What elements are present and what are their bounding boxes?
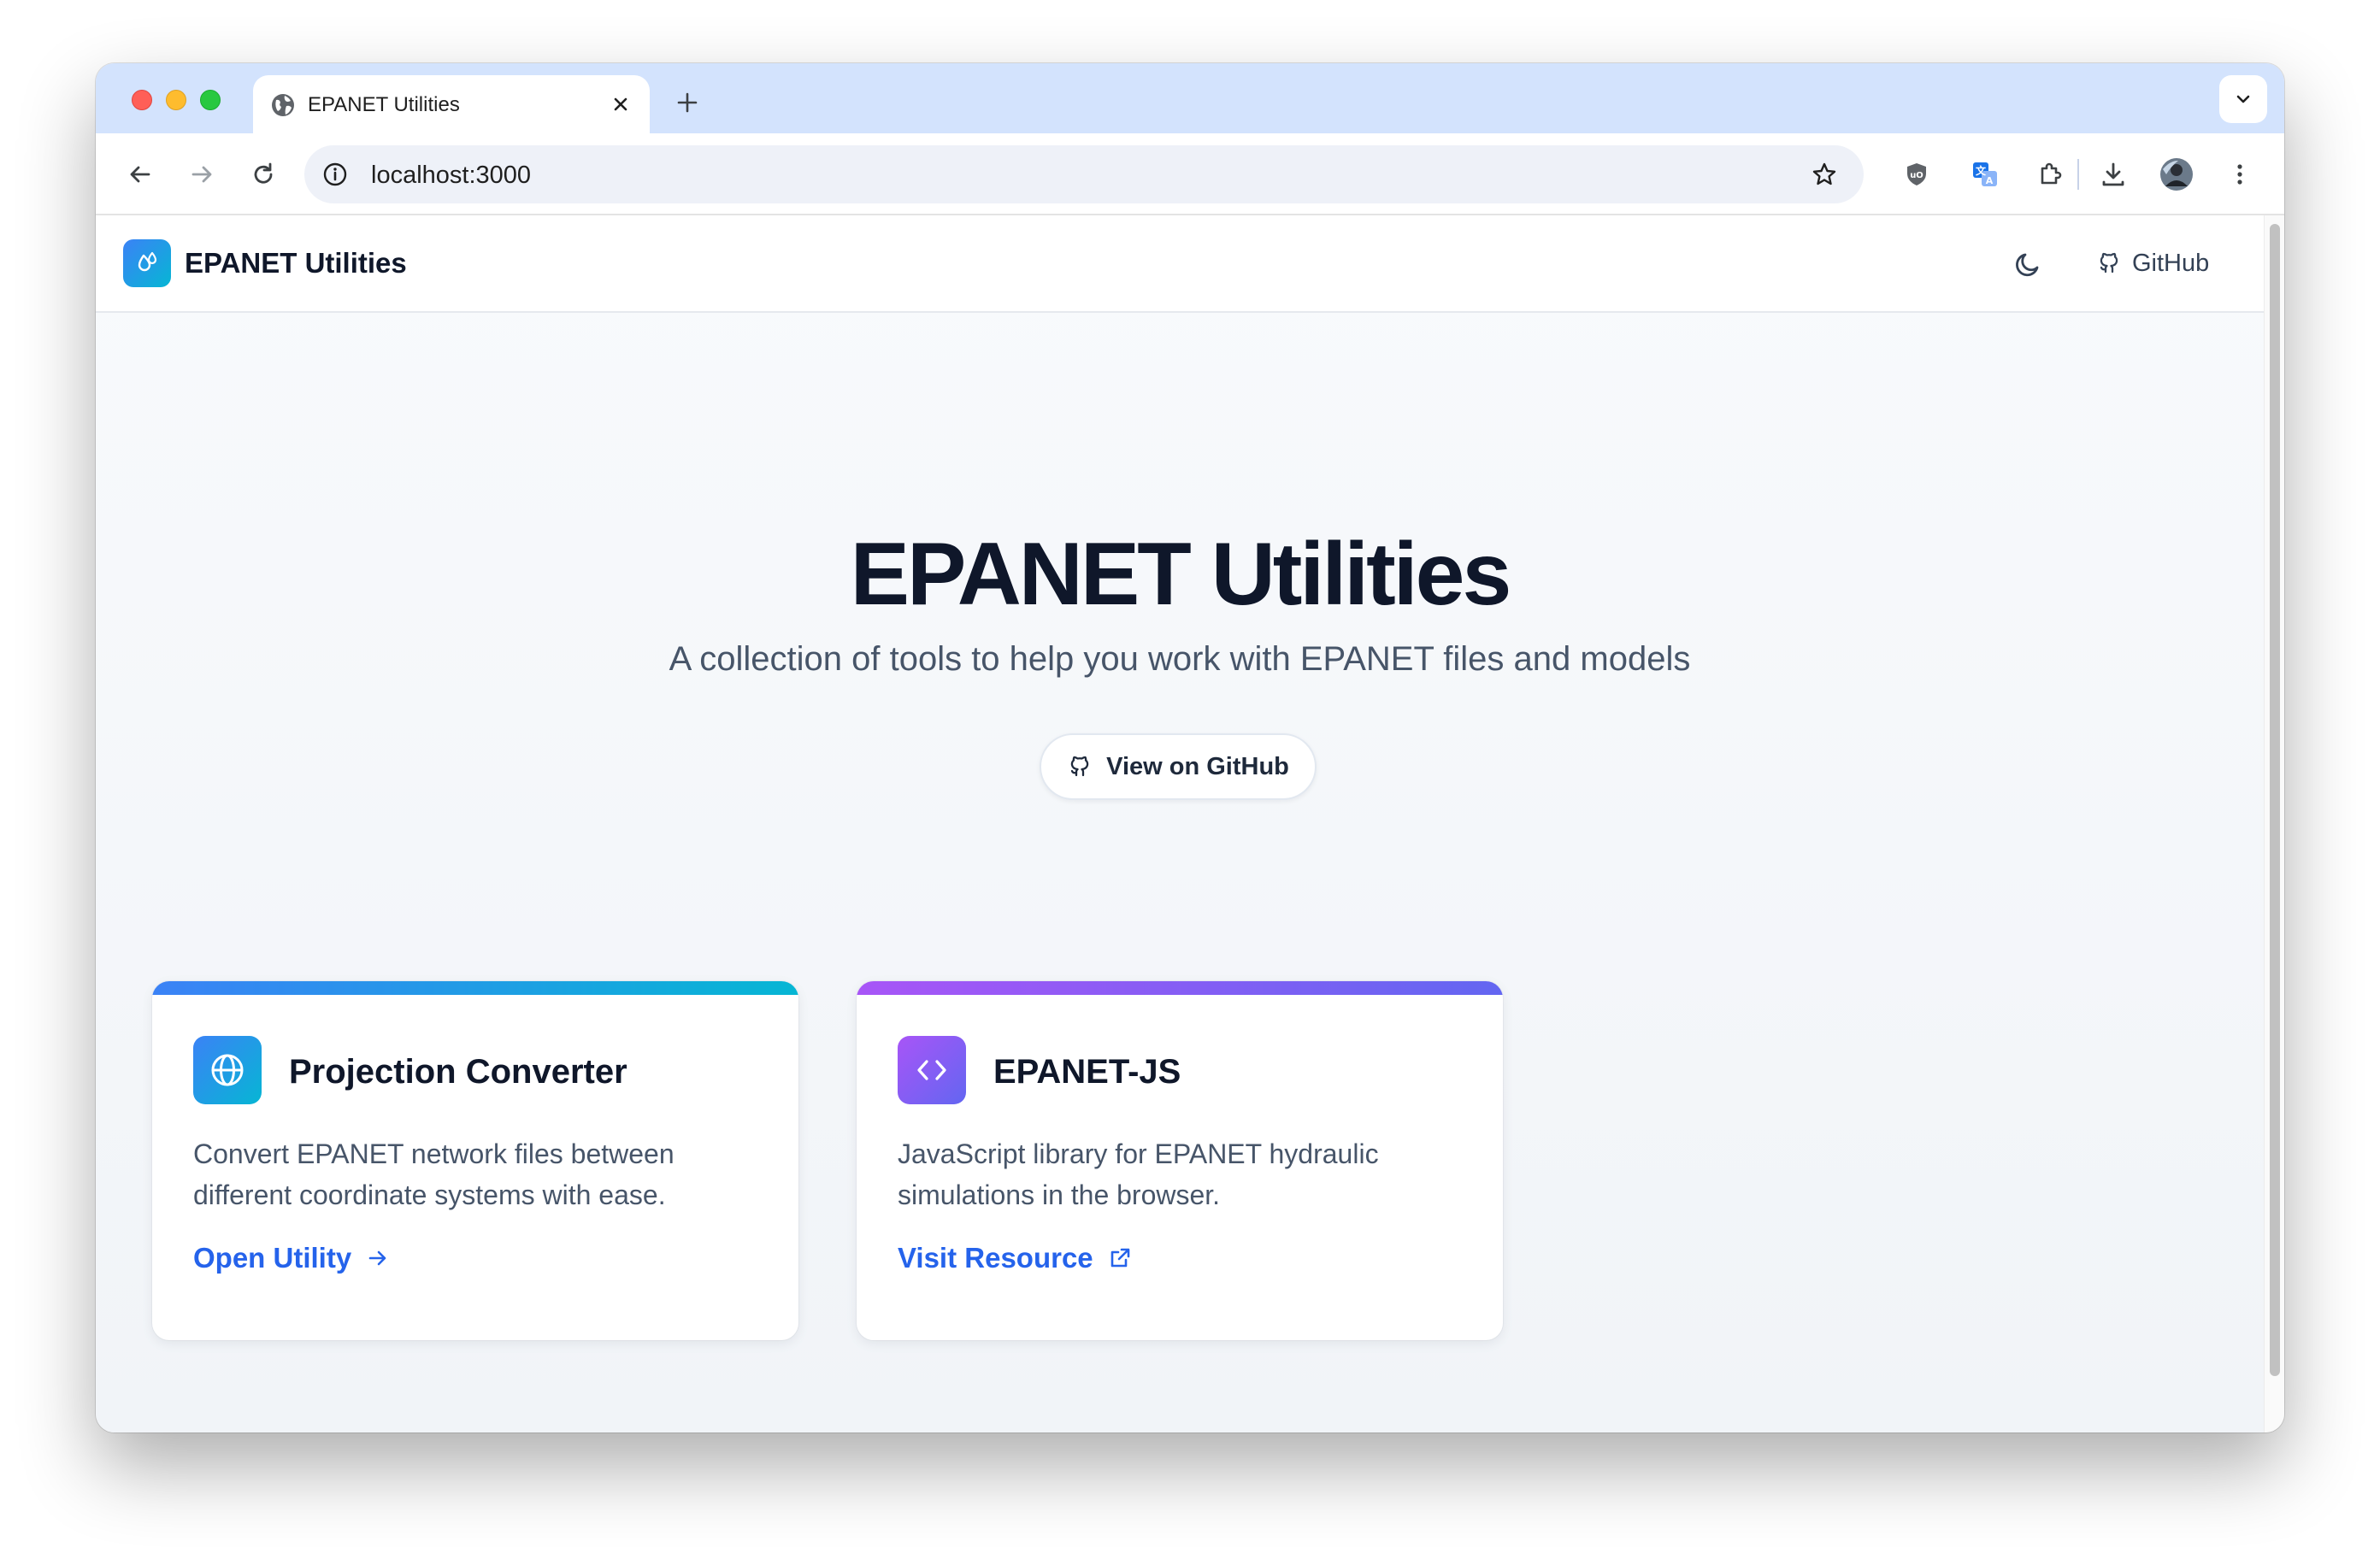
moon-icon xyxy=(2016,253,2039,277)
svg-text:A: A xyxy=(1986,175,1994,186)
ublock-extension-icon[interactable]: uO xyxy=(1896,154,1937,195)
site-brand[interactable]: EPANET Utilities xyxy=(185,246,407,280)
browser-window: EPANET Utilities localhost:3000 uO 文 A E… xyxy=(96,63,2284,1433)
page-content: EPANET Utilities GitHub EPANET Utilities… xyxy=(96,215,2264,1433)
back-button[interactable] xyxy=(120,154,161,195)
droplet-logo-icon[interactable] xyxy=(123,239,171,287)
profile-avatar[interactable] xyxy=(2156,154,2197,195)
tab-strip: EPANET Utilities xyxy=(96,63,2284,133)
visit-resource-label: Visit Resource xyxy=(898,1242,1093,1274)
downloads-button[interactable] xyxy=(2093,154,2134,195)
more-vertical-icon xyxy=(2237,164,2242,185)
globe-icon xyxy=(193,1036,262,1104)
minimize-window-button[interactable] xyxy=(166,90,186,110)
reload-button[interactable] xyxy=(243,154,284,195)
download-icon xyxy=(2102,162,2124,186)
bookmark-star-icon[interactable] xyxy=(1807,157,1841,191)
github-icon xyxy=(2100,252,2118,274)
arrow-right-icon xyxy=(368,1250,386,1266)
reload-icon xyxy=(254,162,273,184)
new-tab-button[interactable] xyxy=(670,85,704,120)
view-on-github-button[interactable]: View on GitHub xyxy=(1040,733,1317,800)
browser-menu-button[interactable] xyxy=(2219,154,2260,195)
hero-subtitle: A collection of tools to help you work w… xyxy=(669,640,1691,678)
browser-toolbar: localhost:3000 uO 文A xyxy=(96,133,2284,215)
scrollbar-thumb[interactable] xyxy=(2270,224,2280,1376)
code-icon xyxy=(898,1036,966,1104)
theme-toggle-button[interactable] xyxy=(2007,244,2048,285)
close-tab-icon[interactable] xyxy=(607,91,634,118)
page-scrollbar[interactable] xyxy=(2264,215,2284,1433)
hero-title: EPANET Utilities xyxy=(850,525,1512,624)
visit-resource-link[interactable]: Visit Resource xyxy=(898,1238,1133,1279)
card-description: JavaScript library for EPANET hydraulic … xyxy=(898,1138,1379,1210)
address-bar[interactable]: localhost:3000 xyxy=(304,145,1864,203)
url-text[interactable]: localhost:3000 xyxy=(371,161,531,190)
site-navbar: EPANET Utilities GitHub xyxy=(96,215,2264,313)
external-link-icon xyxy=(1110,1248,1129,1268)
card-accent-bar xyxy=(152,981,798,995)
card-title: Projection Converter xyxy=(289,1053,627,1091)
svg-text:uO: uO xyxy=(1910,171,1923,180)
close-window-button[interactable] xyxy=(132,90,152,110)
maximize-window-button[interactable] xyxy=(200,90,221,110)
chevron-down-icon xyxy=(2236,95,2250,103)
tab-title: EPANET Utilities xyxy=(308,93,460,116)
arrow-left-icon xyxy=(130,166,150,183)
extensions-puzzle-icon[interactable] xyxy=(2029,154,2071,195)
github-icon xyxy=(1070,756,1089,777)
globe-favicon-icon xyxy=(270,92,296,118)
view-on-github-label: View on GitHub xyxy=(1106,752,1289,780)
tab-search-button[interactable] xyxy=(2219,75,2267,123)
browser-tab-active[interactable]: EPANET Utilities xyxy=(253,75,650,133)
forward-button[interactable] xyxy=(181,154,222,195)
translate-extension-icon[interactable]: 文A xyxy=(1965,154,2006,195)
github-nav-label: GitHub xyxy=(2132,249,2210,277)
open-utility-label: Open Utility xyxy=(193,1242,352,1274)
site-info-icon[interactable] xyxy=(318,157,352,191)
utility-card-projection-converter[interactable]: Projection Converter Convert EPANET netw… xyxy=(152,981,798,1340)
arrow-right-icon xyxy=(191,166,212,183)
card-description: Convert EPANET network files between dif… xyxy=(193,1138,675,1210)
toolbar-separator xyxy=(2077,159,2079,190)
open-utility-link[interactable]: Open Utility xyxy=(193,1238,391,1279)
card-accent-bar xyxy=(857,981,1503,995)
github-nav-link[interactable]: GitHub xyxy=(2096,243,2209,284)
card-title: EPANET-JS xyxy=(993,1053,1181,1091)
utility-card-epanet-js[interactable]: EPANET-JS JavaScript library for EPANET … xyxy=(857,981,1503,1340)
